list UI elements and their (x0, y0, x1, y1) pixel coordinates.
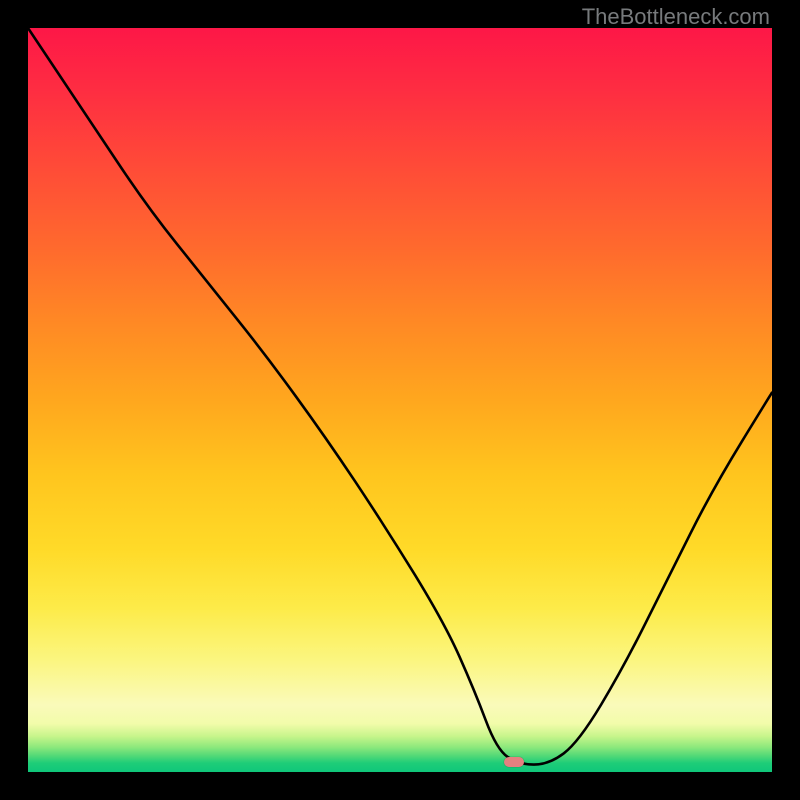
watermark-text: TheBottleneck.com (582, 4, 770, 30)
bottleneck-curve (28, 28, 772, 772)
chart-frame: TheBottleneck.com (0, 0, 800, 800)
current-point-marker (504, 757, 524, 767)
plot-area (28, 28, 772, 772)
